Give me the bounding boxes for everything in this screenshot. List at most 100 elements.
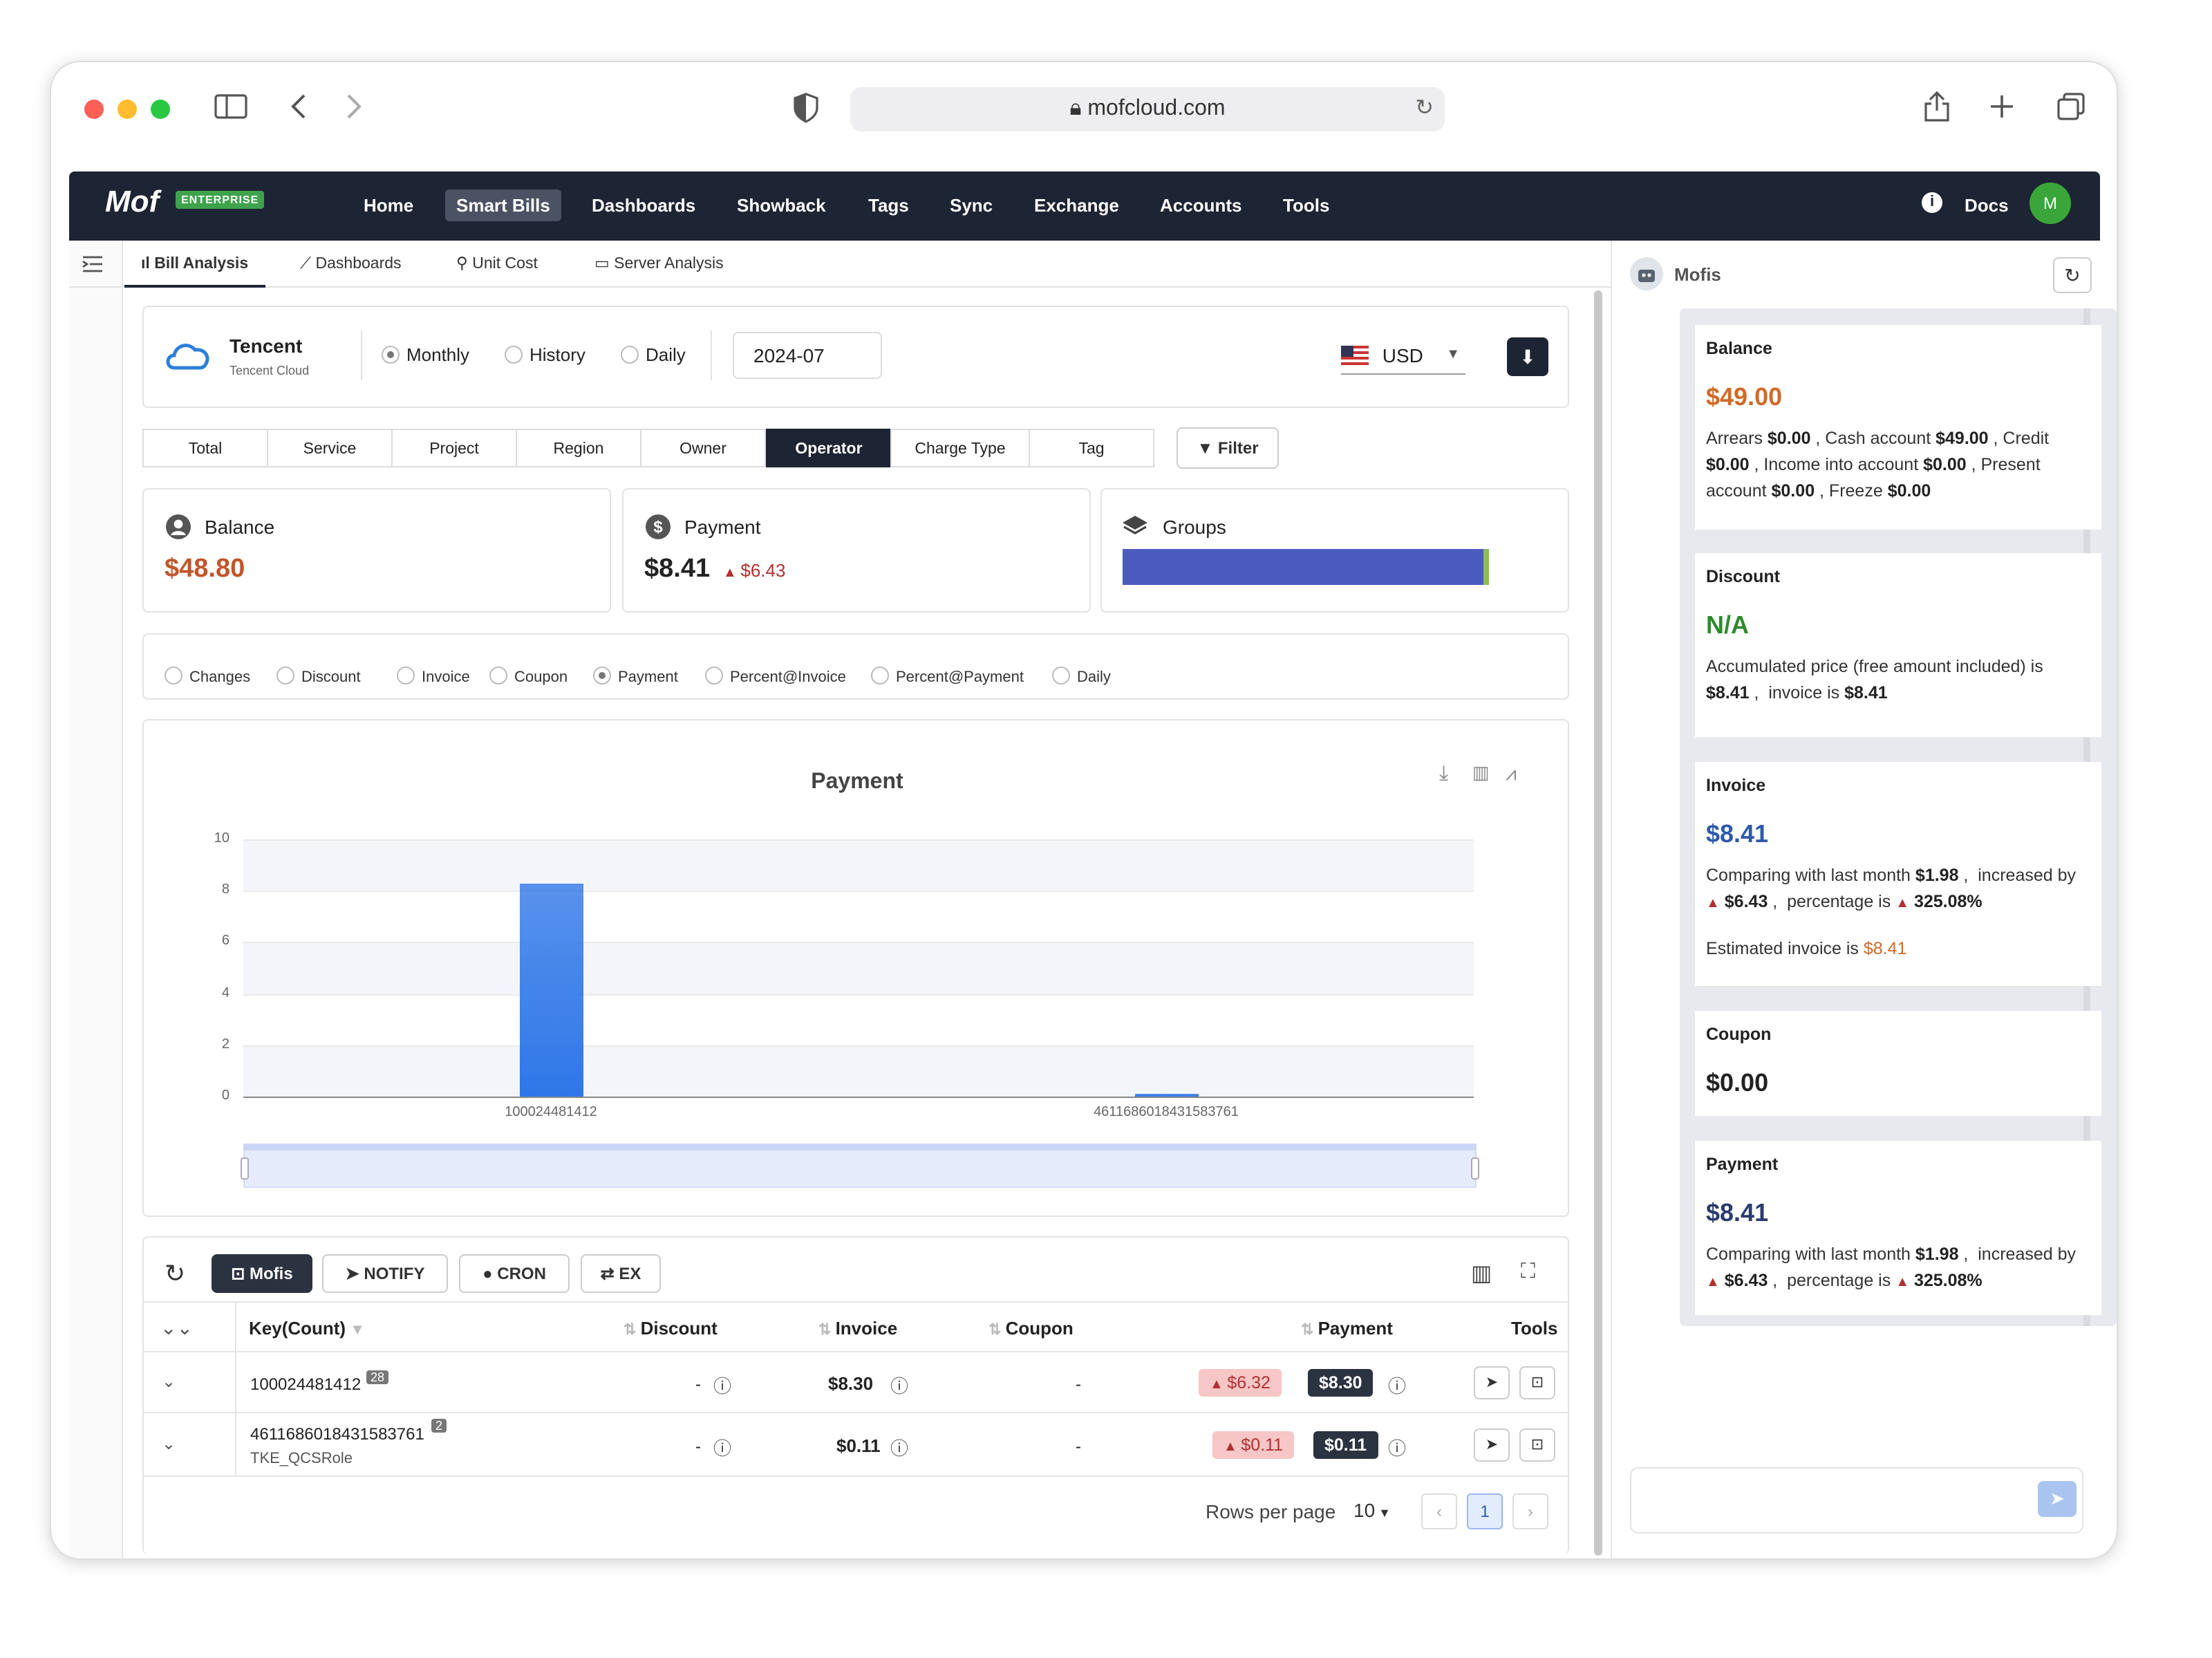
- metric-option[interactable]: Changes: [165, 667, 250, 686]
- metric-radio[interactable]: [705, 667, 723, 684]
- close-window-button[interactable]: [84, 100, 104, 119]
- col-invoice[interactable]: ⇅ Invoice: [818, 1318, 897, 1339]
- address-bar[interactable]: 🔒︎ mofcloud.com ↻: [850, 87, 1445, 131]
- sort-icon[interactable]: ⇅: [818, 1322, 836, 1339]
- info-icon[interactable]: ⓘ: [890, 1434, 908, 1460]
- columns-icon[interactable]: ▥: [1471, 1260, 1492, 1287]
- info-icon[interactable]: ⓘ: [890, 1372, 908, 1398]
- dim-tab-service[interactable]: Service: [267, 429, 393, 467]
- save-image-icon[interactable]: ⤓: [1439, 762, 1448, 785]
- dim-tab-charge-type[interactable]: Charge Type: [890, 429, 1030, 467]
- expand-row-icon[interactable]: ⌄: [162, 1434, 176, 1453]
- dim-tab-project[interactable]: Project: [391, 429, 517, 467]
- expand-all-icon[interactable]: ⌄⌄: [160, 1316, 193, 1340]
- nav-smart-bills[interactable]: Smart Bills: [445, 189, 561, 221]
- user-avatar[interactable]: M: [2030, 183, 2071, 224]
- send-message-button[interactable]: ➤: [2038, 1481, 2077, 1517]
- nav-accounts[interactable]: Accounts: [1149, 189, 1253, 221]
- page-button[interactable]: 1: [1467, 1493, 1503, 1529]
- metric-option[interactable]: Invoice: [397, 667, 470, 686]
- nav-dashboards[interactable]: Dashboards: [581, 189, 706, 221]
- new-tab-icon[interactable]: [1988, 93, 2016, 126]
- period-monthly[interactable]: Monthly: [382, 344, 469, 365]
- chat-input[interactable]: [1630, 1467, 2083, 1534]
- zoom-handle-left[interactable]: [241, 1157, 249, 1180]
- dim-tab-tag[interactable]: Tag: [1029, 429, 1154, 467]
- metric-radio[interactable]: [165, 667, 182, 684]
- dim-tab-owner[interactable]: Owner: [640, 429, 766, 467]
- metric-option[interactable]: Payment: [593, 667, 678, 686]
- sidebar-toggle-icon[interactable]: [214, 93, 247, 126]
- nav-docs[interactable]: Docs: [1953, 189, 2020, 221]
- metric-option[interactable]: Percent@Payment: [871, 667, 1024, 686]
- notify-button[interactable]: ➤ NOTIFY: [322, 1254, 448, 1293]
- month-picker[interactable]: 2024-07: [733, 332, 882, 379]
- robot-row-button[interactable]: ⊡: [1519, 1428, 1555, 1462]
- groups-bar-secondary[interactable]: [1483, 549, 1489, 585]
- dim-tab-region[interactable]: Region: [516, 429, 641, 467]
- assistant-refresh-button[interactable]: ↻: [2053, 257, 2092, 293]
- expand-row-icon[interactable]: ⌄: [162, 1372, 176, 1391]
- metric-option[interactable]: Discount: [276, 667, 361, 686]
- nav-sync[interactable]: Sync: [939, 189, 1004, 221]
- radio-history[interactable]: [505, 346, 523, 364]
- metric-radio[interactable]: [1052, 667, 1070, 684]
- metric-radio[interactable]: [871, 667, 889, 684]
- col-key[interactable]: Key(Count) ▼: [249, 1318, 365, 1339]
- shield-icon[interactable]: [794, 93, 818, 129]
- info-icon[interactable]: ⓘ: [713, 1434, 731, 1460]
- bar[interactable]: [519, 883, 583, 1097]
- col-discount[interactable]: ⇅ Discount: [624, 1318, 718, 1339]
- info-icon[interactable]: ⓘ: [1388, 1372, 1406, 1398]
- send-row-button[interactable]: ➤: [1474, 1428, 1510, 1462]
- zoom-window-button[interactable]: [151, 100, 170, 119]
- bar-toggle-icon[interactable]: ▥: [1472, 762, 1490, 784]
- sort-icon[interactable]: ⇅: [1301, 1322, 1318, 1339]
- col-coupon[interactable]: ⇅ Coupon: [988, 1318, 1074, 1339]
- metric-radio[interactable]: [489, 667, 507, 684]
- nav-tools[interactable]: Tools: [1272, 189, 1340, 221]
- share-icon[interactable]: [1923, 90, 1951, 129]
- filter-button[interactable]: ▼ Filter: [1177, 427, 1279, 469]
- metric-radio[interactable]: [276, 667, 294, 684]
- forward-icon[interactable]: [344, 93, 364, 126]
- ex-button[interactable]: ⇄ EX: [581, 1254, 661, 1293]
- nav-tags[interactable]: Tags: [857, 189, 920, 221]
- zoom-handle-right[interactable]: [1471, 1157, 1479, 1180]
- download-button[interactable]: ⬇: [1507, 337, 1548, 376]
- metric-radio[interactable]: [593, 667, 611, 684]
- line-toggle-icon[interactable]: ⩘: [1506, 762, 1517, 785]
- bar[interactable]: [1134, 1093, 1198, 1097]
- metric-option[interactable]: Percent@Invoice: [705, 667, 846, 686]
- mofis-button[interactable]: ⊡ Mofis: [212, 1254, 312, 1293]
- main-scrollbar[interactable]: [1594, 290, 1602, 1556]
- sort-icon[interactable]: ⇅: [988, 1322, 1006, 1339]
- nav-exchange[interactable]: Exchange: [1023, 189, 1130, 221]
- dim-tab-operator[interactable]: Operator: [766, 429, 892, 467]
- back-icon[interactable]: [289, 93, 308, 126]
- zoom-slider-bar[interactable]: [243, 1144, 1477, 1151]
- tab-dashboards[interactable]: ⟋ Dashboards: [283, 241, 418, 288]
- info-icon[interactable]: i: [1922, 192, 1942, 213]
- period-history[interactable]: History: [505, 344, 585, 365]
- minimize-window-button[interactable]: [118, 100, 137, 119]
- info-icon[interactable]: ⓘ: [1388, 1434, 1406, 1460]
- robot-row-button[interactable]: ⊡: [1519, 1366, 1555, 1399]
- metric-radio[interactable]: [397, 667, 415, 684]
- info-icon[interactable]: ⓘ: [713, 1372, 731, 1398]
- send-row-button[interactable]: ➤: [1474, 1366, 1510, 1399]
- period-daily[interactable]: Daily: [621, 344, 686, 365]
- reload-icon[interactable]: ↻: [1415, 87, 1434, 131]
- tab-unit-cost[interactable]: ⚲ Unit Cost: [440, 241, 554, 288]
- sort-icon[interactable]: ⇅: [624, 1322, 641, 1339]
- col-payment[interactable]: ⇅ Payment: [1301, 1318, 1393, 1339]
- nav-home[interactable]: Home: [353, 189, 424, 221]
- fullscreen-icon[interactable]: ⛶: [1521, 1260, 1535, 1283]
- currency-select[interactable]: USD ▼: [1341, 344, 1465, 375]
- filter-icon[interactable]: ▼: [346, 1322, 365, 1339]
- next-page-button[interactable]: ›: [1512, 1493, 1548, 1529]
- rows-per-page-select[interactable]: 10 ▼: [1353, 1499, 1391, 1521]
- cron-button[interactable]: ● CRON: [459, 1254, 570, 1293]
- groups-bar-main[interactable]: [1123, 549, 1488, 585]
- refresh-icon[interactable]: ↻: [165, 1260, 185, 1289]
